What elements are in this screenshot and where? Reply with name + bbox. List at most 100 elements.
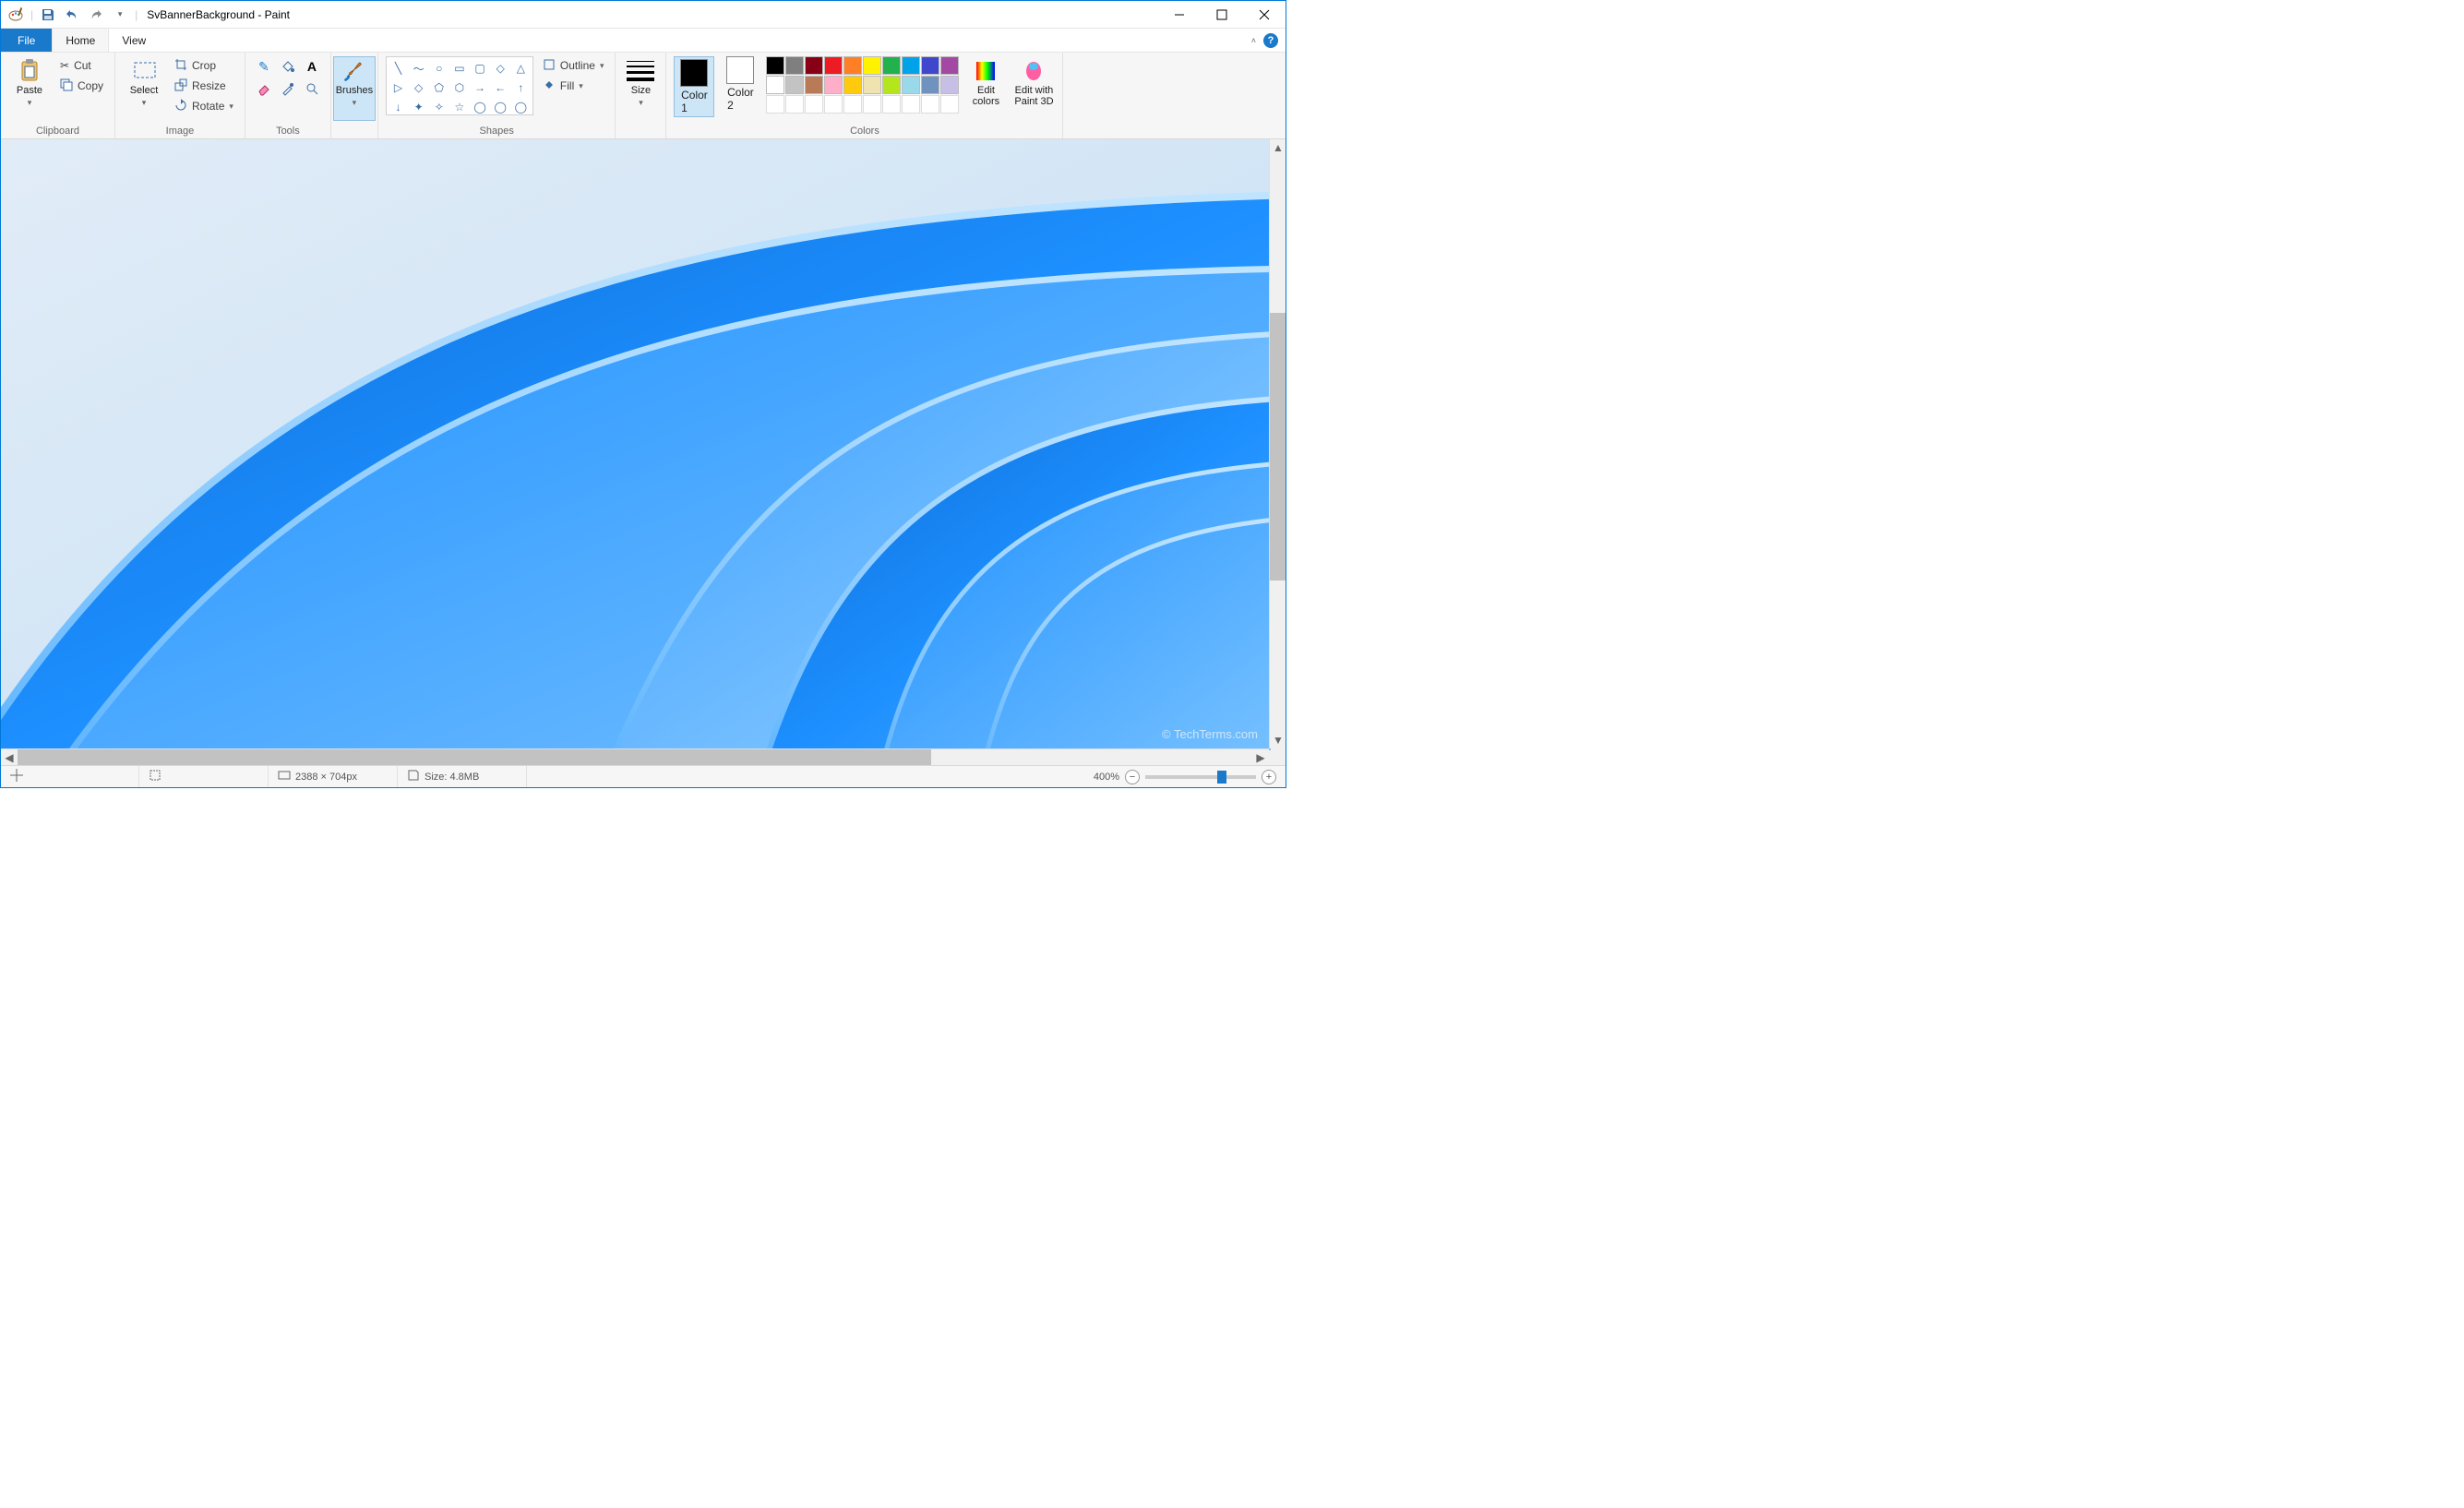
color-swatch[interactable] <box>824 56 843 75</box>
paste-button[interactable]: Paste▾ <box>8 56 51 121</box>
paint3d-button[interactable]: Edit with Paint 3D <box>1012 56 1055 121</box>
status-selection <box>139 766 269 787</box>
color-swatch[interactable] <box>766 95 784 114</box>
canvas-area[interactable]: © TechTerms.com ▲ ▼ ◀ ▶ <box>1 139 1286 765</box>
pencil-tool[interactable]: ✎ <box>253 56 275 77</box>
color-picker-tool[interactable] <box>277 78 299 99</box>
scroll-right-icon[interactable]: ▶ <box>1252 749 1269 765</box>
tab-home[interactable]: Home <box>52 29 109 52</box>
crosshair-icon <box>10 769 23 784</box>
eraser-tool[interactable] <box>253 78 275 99</box>
color-swatch[interactable] <box>902 76 920 94</box>
status-bar: 2388 × 704px Size: 4.8MB 400% − + <box>1 765 1286 787</box>
fill-icon <box>543 78 556 94</box>
color-swatch[interactable] <box>940 56 959 75</box>
shapes-gallery[interactable]: ╲〜○▭▢◇△ ▷◇⬠⬡→←↑ ↓✦✧☆◯◯◯ <box>386 56 533 115</box>
zoom-level: 400% <box>1094 772 1119 783</box>
copy-button[interactable]: Copy <box>56 77 107 95</box>
shape-fill-button[interactable]: Fill ▾ <box>539 77 608 95</box>
minimize-button[interactable] <box>1158 1 1201 29</box>
brush-icon <box>342 59 366 83</box>
color-swatch[interactable] <box>863 76 881 94</box>
color-swatch[interactable] <box>902 56 920 75</box>
color-swatch[interactable] <box>785 95 804 114</box>
group-clipboard: Paste▾ ✂Cut Copy Clipboard <box>1 53 115 138</box>
resize-icon <box>174 78 187 94</box>
ribbon-collapse-icon[interactable]: ˄ <box>1251 36 1256 45</box>
scroll-left-icon[interactable]: ◀ <box>1 749 18 765</box>
help-icon[interactable]: ? <box>1263 33 1278 48</box>
color-swatch[interactable] <box>805 76 823 94</box>
color-swatch[interactable] <box>902 95 920 114</box>
rotate-button[interactable]: Rotate ▾ <box>171 97 237 115</box>
resize-button[interactable]: Resize <box>171 77 237 95</box>
canvas-image <box>1 139 1271 750</box>
color-swatch[interactable] <box>940 76 959 94</box>
edit-colors-icon <box>974 59 998 83</box>
color1-swatch <box>680 59 708 87</box>
scroll-down-icon[interactable]: ▼ <box>1270 732 1286 748</box>
scroll-up-icon[interactable]: ▲ <box>1270 139 1286 156</box>
color-swatch[interactable] <box>882 95 901 114</box>
outline-icon <box>543 58 556 74</box>
color-swatch[interactable] <box>921 76 939 94</box>
color-swatch[interactable] <box>940 95 959 114</box>
qat-customize-icon[interactable]: ▾ <box>111 6 129 24</box>
color-swatch[interactable] <box>766 76 784 94</box>
color-swatch[interactable] <box>863 56 881 75</box>
color-swatch[interactable] <box>805 56 823 75</box>
status-dimensions: 2388 × 704px <box>269 766 398 787</box>
text-tool[interactable]: A <box>301 56 323 77</box>
color-swatch[interactable] <box>863 95 881 114</box>
redo-icon[interactable] <box>87 6 105 24</box>
save-icon[interactable] <box>39 6 57 24</box>
color-swatch[interactable] <box>882 56 901 75</box>
color-swatch[interactable] <box>882 76 901 94</box>
crop-button[interactable]: Crop <box>171 56 237 75</box>
horizontal-scrollbar[interactable]: ◀ ▶ <box>1 748 1269 765</box>
color2-swatch <box>726 56 754 84</box>
undo-icon[interactable] <box>63 6 81 24</box>
color-swatch[interactable] <box>785 76 804 94</box>
color-swatch[interactable] <box>843 56 862 75</box>
watermark: © TechTerms.com <box>1162 727 1258 741</box>
quick-access-toolbar: | ▾ <box>1 6 135 24</box>
color-swatch[interactable] <box>805 95 823 114</box>
edit-colors-button[interactable]: Edit colors <box>964 56 1007 121</box>
group-size: Size▾ <box>616 53 666 138</box>
color-swatch[interactable] <box>843 95 862 114</box>
vertical-scrollbar[interactable]: ▲ ▼ <box>1269 139 1286 748</box>
color2-button[interactable]: Color 2 <box>720 56 760 112</box>
group-colors: Color 1 Color 2 Edit colors Edit with Pa… <box>666 53 1063 138</box>
fill-tool[interactable] <box>277 56 299 77</box>
select-button[interactable]: Select▾ <box>123 56 165 121</box>
color-swatch[interactable] <box>766 56 784 75</box>
tab-view[interactable]: View <box>109 29 160 52</box>
size-button[interactable]: Size▾ <box>619 56 662 121</box>
group-shapes: ╲〜○▭▢◇△ ▷◇⬠⬡→←↑ ↓✦✧☆◯◯◯ Outline ▾ Fill ▾… <box>378 53 616 138</box>
selection-icon <box>149 769 161 784</box>
color-swatch[interactable] <box>921 95 939 114</box>
color-palette[interactable] <box>766 56 959 114</box>
color-swatch[interactable] <box>824 95 843 114</box>
cut-button[interactable]: ✂Cut <box>56 56 107 75</box>
magnifier-tool[interactable] <box>301 78 323 99</box>
close-button[interactable] <box>1243 1 1286 29</box>
brushes-button[interactable]: Brushes▾ <box>333 56 376 121</box>
color-swatch[interactable] <box>824 76 843 94</box>
zoom-slider[interactable] <box>1145 775 1256 779</box>
color-swatch[interactable] <box>921 56 939 75</box>
maximize-button[interactable] <box>1201 1 1243 29</box>
color1-button[interactable]: Color 1 <box>674 56 714 117</box>
zoom-out-button[interactable]: − <box>1125 770 1140 784</box>
zoom-in-button[interactable]: + <box>1262 770 1276 784</box>
color-swatch[interactable] <box>785 56 804 75</box>
zoom-controls: 400% − + <box>1084 770 1286 784</box>
color-swatch[interactable] <box>843 76 862 94</box>
disk-icon <box>407 769 420 784</box>
shape-outline-button[interactable]: Outline ▾ <box>539 56 608 75</box>
paint-app-icon[interactable] <box>6 6 25 24</box>
ribbon: Paste▾ ✂Cut Copy Clipboard Select▾ Crop … <box>1 53 1286 139</box>
tab-file[interactable]: File <box>1 29 52 52</box>
window-title: SvBannerBackground - Paint <box>138 8 1158 21</box>
